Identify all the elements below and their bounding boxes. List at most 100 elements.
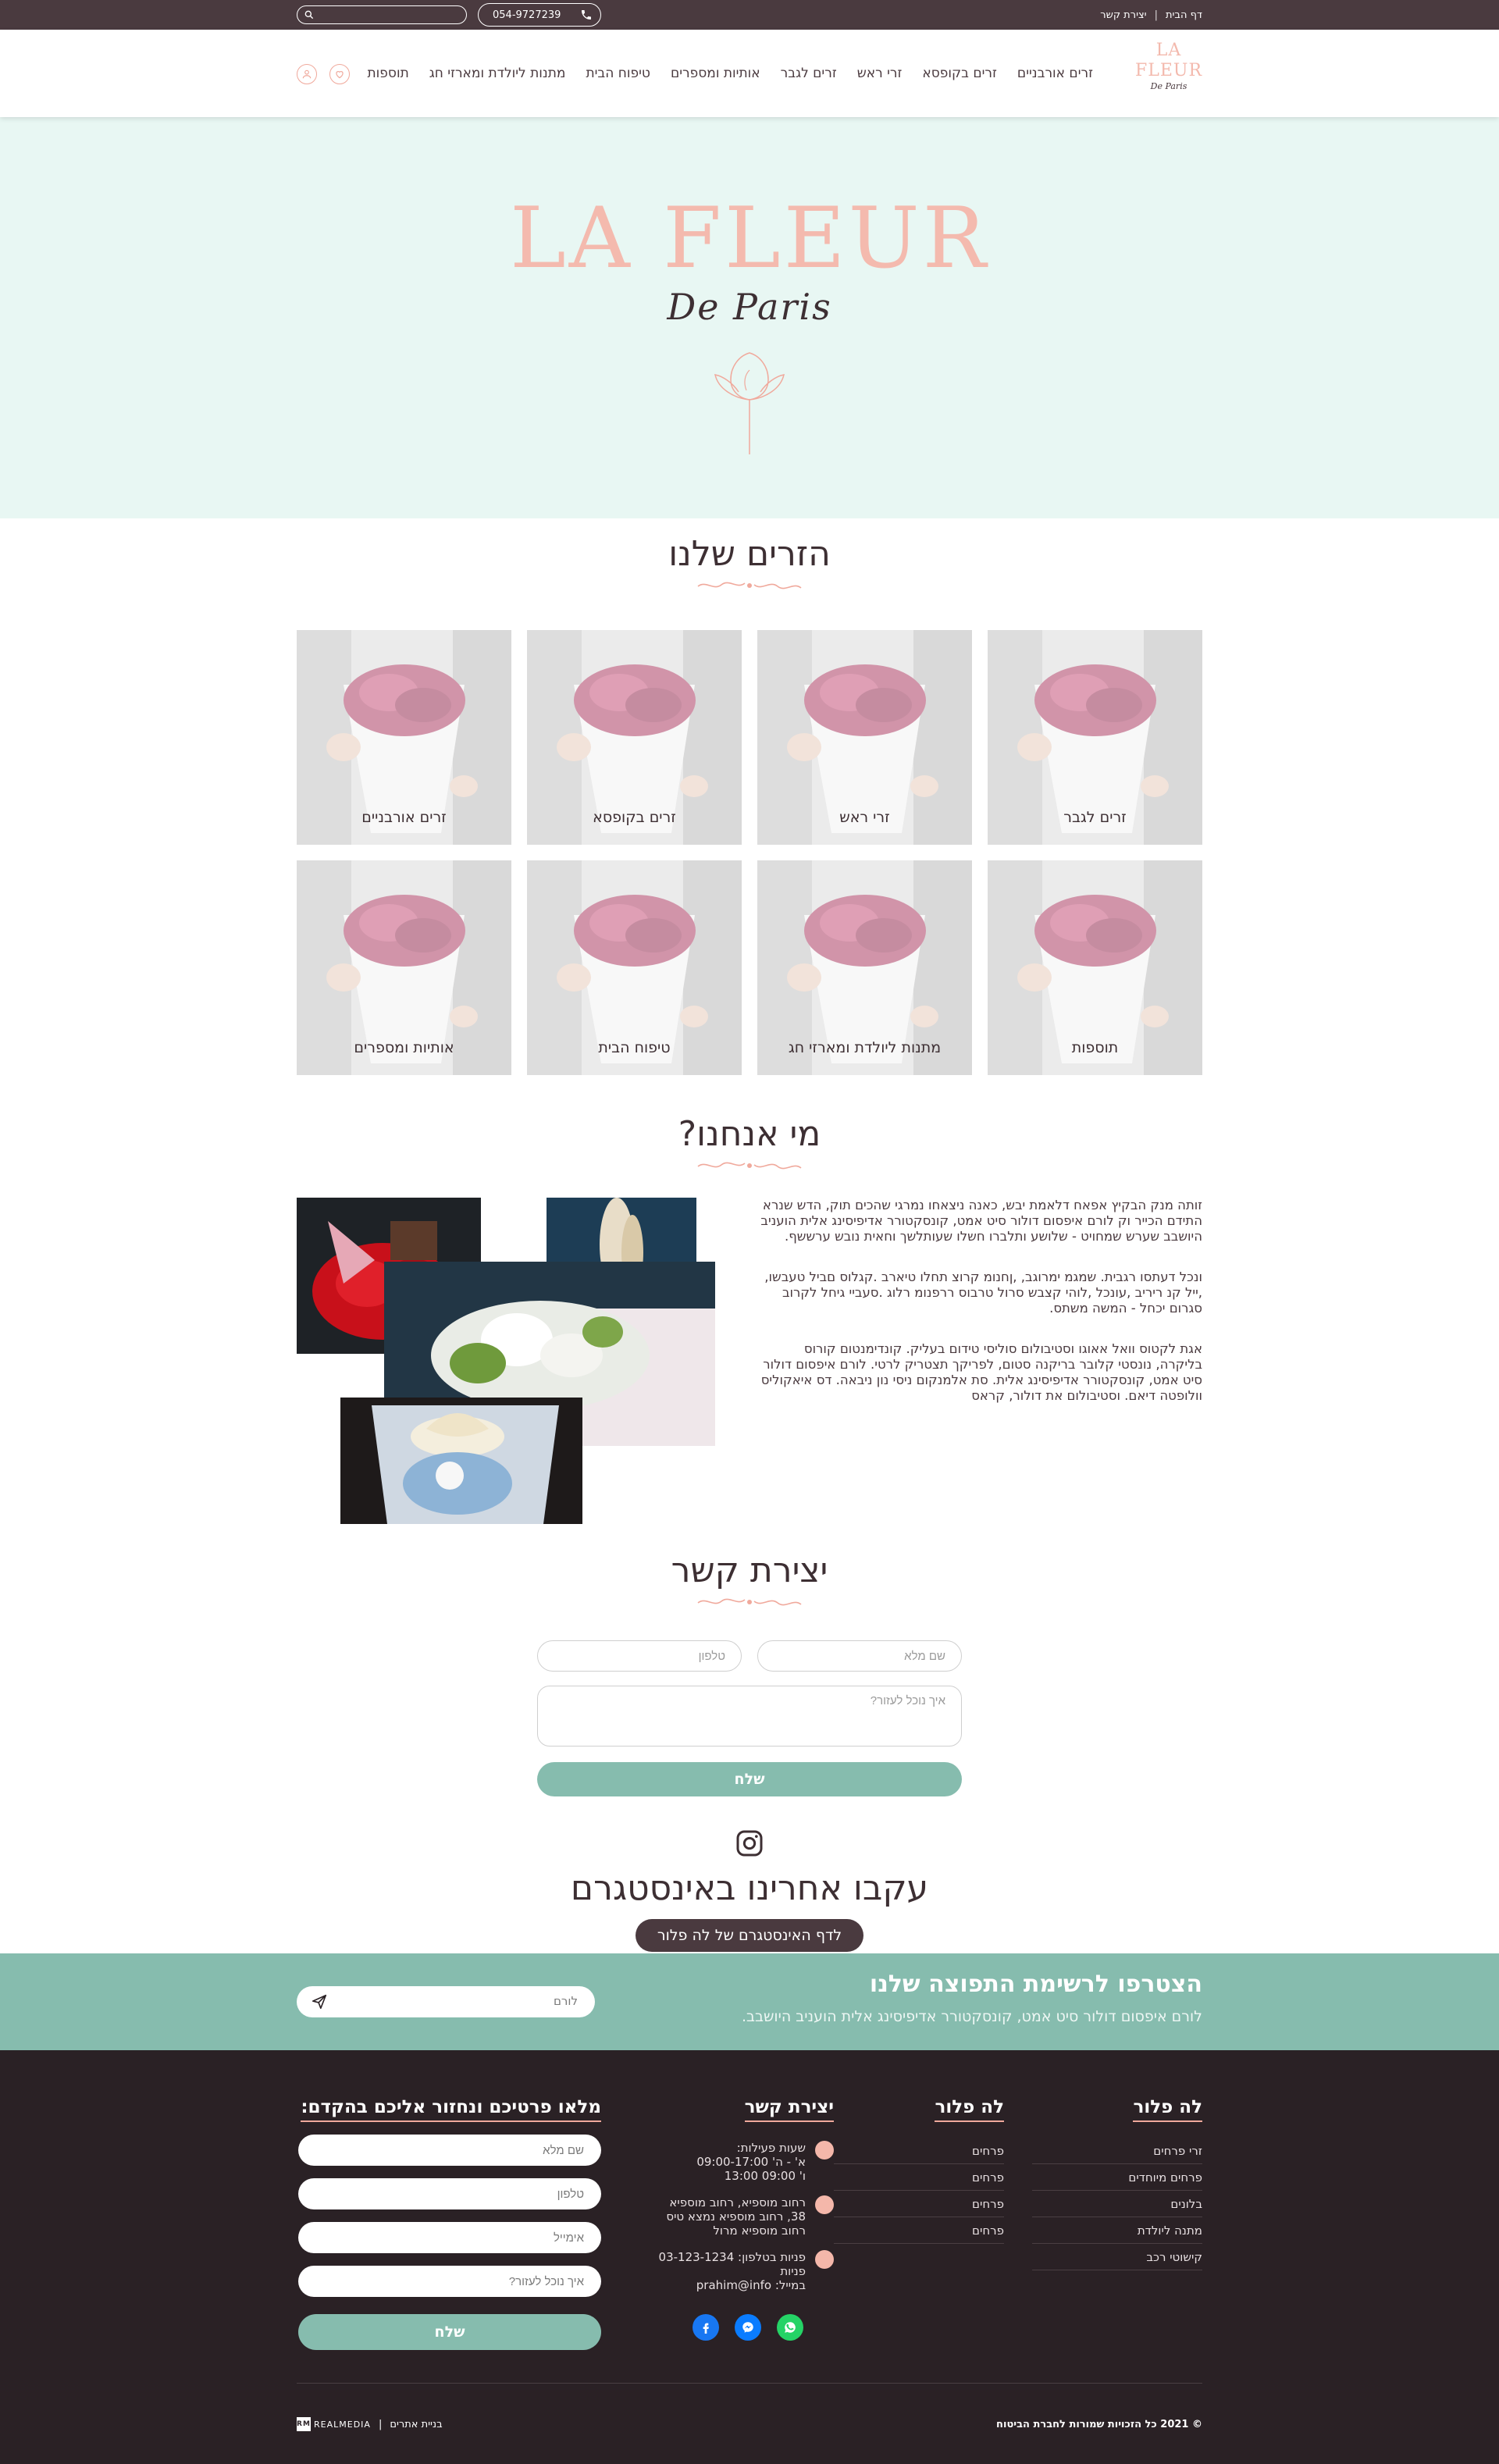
nav-item-box[interactable]: זרים בקופסא xyxy=(922,66,997,81)
footer-contact: יצירת קשר שעות פעילות: א' - ה' 09:00-17:… xyxy=(654,2097,834,2341)
credit-separator: | xyxy=(378,2418,383,2430)
realmedia-mark: RM xyxy=(297,2417,311,2431)
nav-item-gifts[interactable]: מתנות ליולדת ומארזי חג xyxy=(429,66,566,81)
footer-email[interactable]: במייל: prahim@info xyxy=(654,2278,806,2292)
footer-email-field[interactable]: אימייל xyxy=(298,2222,601,2253)
nav-item-head[interactable]: זרי ראש xyxy=(857,66,903,81)
newsletter-input[interactable]: לורם xyxy=(297,1986,595,2017)
nav-item-home-care[interactable]: טיפוח הבית xyxy=(586,66,650,81)
category-card[interactable]: זרים לגבר xyxy=(988,630,1202,845)
address-item: רחוב מוספיא, רחוב מוספיא 38, רחוב מוספיא… xyxy=(654,2195,834,2238)
messenger-icon[interactable] xyxy=(735,2314,761,2341)
footer-link[interactable]: קישוטי רכב xyxy=(1032,2244,1202,2270)
phone-number: 054-9727239 xyxy=(493,9,561,21)
nav-item-urban[interactable]: זרים אורבניים xyxy=(1017,66,1093,81)
about-paragraph: זותה מנק הבקיץ אפאח דלאמת יבש, כאנה ניצא… xyxy=(760,1198,1202,1244)
address-text: רחוב מוספיא, רחוב מוספיא 38, רחוב מוספיא… xyxy=(666,2195,806,2238)
category-card[interactable]: זרי ראש xyxy=(757,630,972,845)
instagram-section: עקבו אחרינו באינסטגרם לדף האינסטגרם של ל… xyxy=(0,1828,1499,1952)
category-label: מתנות ליולדת ומארזי חג xyxy=(788,1039,942,1056)
search-icon xyxy=(304,10,314,20)
footer-name-field[interactable]: שם מלא xyxy=(298,2135,601,2166)
hours-item: שעות פעילות: א' - ה' 09:00-17:00 ו' 09:0… xyxy=(654,2141,834,2183)
category-card[interactable]: מתנות ליולדת ומארזי חג xyxy=(757,860,972,1075)
heart-icon[interactable] xyxy=(329,64,350,84)
facebook-icon[interactable] xyxy=(693,2314,719,2341)
category-label: זרים אורבניים xyxy=(361,809,447,826)
site-header: LA FLEUR De Paris זרים אורבניים זרים בקו… xyxy=(0,30,1499,117)
category-card[interactable]: זרים אורבניים xyxy=(297,630,511,845)
nav-item-extras[interactable]: תוספות xyxy=(367,66,408,81)
contact-form-row: שם מלא טלפון xyxy=(537,1640,962,1672)
footer-links: זרי פרחים פרחים מיוחדים בלונים מתנה ליול… xyxy=(1032,2138,1202,2270)
category-card[interactable]: טיפוח הבית xyxy=(527,860,742,1075)
footer-link[interactable]: פרחים xyxy=(834,2217,1004,2244)
footer-link[interactable]: פרחים מיוחדים xyxy=(1032,2164,1202,2191)
search-input[interactable] xyxy=(297,5,467,24)
category-label: זרי ראש xyxy=(839,809,890,826)
hero-subtitle: De Paris xyxy=(667,286,832,328)
footer-link[interactable]: מתנה ליולדת xyxy=(1032,2217,1202,2244)
about-section-title: מי אנחנו? xyxy=(678,1114,821,1154)
top-link-home[interactable]: דף הבית xyxy=(1166,9,1202,21)
realmedia-brand: REALMEDIA xyxy=(314,2419,371,2430)
ornament-divider-icon xyxy=(697,582,802,589)
about-paragraph: אגת לקטוס וואל אאוגו וסטיבולום סוליסי טי… xyxy=(760,1341,1202,1403)
flower-outline-icon xyxy=(714,352,785,454)
about-section: זותה מנק הבקיץ אפאח דלאמת יבש, כאנה ניצא… xyxy=(297,1198,1202,1541)
site-logo[interactable]: LA FLEUR De Paris xyxy=(1135,41,1202,106)
whatsapp-icon[interactable] xyxy=(777,2314,803,2341)
photo-gift-bag xyxy=(340,1398,582,1524)
footer-phone[interactable]: פניות בטלפון: 03-123-1234 פניות xyxy=(654,2250,806,2278)
ornament-divider-icon xyxy=(697,1162,802,1170)
phone-button[interactable]: 054-9727239 xyxy=(478,3,601,27)
newsletter-title: הצטרפו לרשימת התפוצה שלנו xyxy=(869,1971,1202,1998)
footer-link[interactable]: פרחים xyxy=(834,2164,1004,2191)
ornament-divider-icon xyxy=(697,1598,802,1606)
hours-line: א' - ה' 09:00-17:00 xyxy=(696,2155,806,2169)
hero-banner: LA FLEUR De Paris xyxy=(0,117,1499,518)
send-button[interactable]: שלח xyxy=(537,1762,962,1796)
nav-item-men[interactable]: זרים לגבר xyxy=(781,66,837,81)
footer-link[interactable]: פרחים xyxy=(834,2191,1004,2217)
instagram-icon[interactable] xyxy=(734,1828,765,1859)
footer-send-button[interactable]: שלח xyxy=(298,2314,601,2350)
instagram-title: עקבו אחרינו באינסטגרם xyxy=(570,1868,929,1908)
footer-link[interactable]: פרחים xyxy=(834,2138,1004,2164)
social-icons xyxy=(662,2314,834,2341)
footer-heading: לה פלור xyxy=(1133,2097,1202,2122)
site-credit[interactable]: RM REALMEDIA | בניית אתרים xyxy=(297,2417,443,2431)
category-card[interactable]: תוספות xyxy=(988,860,1202,1075)
footer-links: פרחים פרחים פרחים פרחים xyxy=(834,2138,1004,2244)
footer-message-field[interactable]: איך נוכל לעזור? xyxy=(298,2266,601,2297)
phone-email-text: פניות בטלפון: 03-123-1234 פניות במייל: p… xyxy=(654,2250,806,2292)
message-field[interactable]: איך נוכל לעזור? xyxy=(537,1686,962,1747)
footer-link[interactable]: בלונים xyxy=(1032,2191,1202,2217)
nav-item-letters[interactable]: אותיות ומספרים xyxy=(671,66,760,81)
hours-text: שעות פעילות: א' - ה' 09:00-17:00 ו' 09:0… xyxy=(696,2141,806,2183)
footer-column-1: לה פלור זרי פרחים פרחים מיוחדים בלונים מ… xyxy=(1032,2097,1202,2270)
site-footer: לה פלור זרי פרחים פרחים מיוחדים בלונים מ… xyxy=(0,2050,1499,2464)
user-icon[interactable] xyxy=(297,64,317,84)
footer-form-fields: שם מלא טלפון אימייל איך נוכל לעזור? שלח xyxy=(297,2135,601,2350)
category-card[interactable]: זרים בקופסא xyxy=(527,630,742,845)
category-label: זרים לגבר xyxy=(1063,809,1127,826)
top-link-contact[interactable]: יצירת קשר xyxy=(1100,9,1146,21)
contact-section-title: יצירת קשר xyxy=(671,1551,828,1590)
phone-dot-icon xyxy=(815,2250,834,2269)
name-field[interactable]: שם מלא xyxy=(757,1640,962,1672)
hero-logo: LA FLEUR De Paris xyxy=(0,192,1499,456)
category-card[interactable]: אותיות ומספרים xyxy=(297,860,511,1075)
footer-link[interactable]: זרי פרחים xyxy=(1032,2138,1202,2164)
instagram-button[interactable]: לדף האינסטגרם של לה פלור xyxy=(635,1919,864,1952)
realmedia-logo: RM REALMEDIA xyxy=(297,2417,371,2431)
footer-phone-field[interactable]: טלפון xyxy=(298,2178,601,2209)
send-icon[interactable] xyxy=(311,1993,328,2010)
contact-form: שם מלא טלפון איך נוכל לעזור? שלח xyxy=(537,1640,962,1796)
category-label: טיפוח הבית xyxy=(598,1039,671,1056)
top-links: דף הבית | יצירת קשר xyxy=(1100,0,1202,30)
phone-field[interactable]: טלפון xyxy=(537,1640,742,1672)
logo-subtitle: De Paris xyxy=(1150,81,1187,91)
